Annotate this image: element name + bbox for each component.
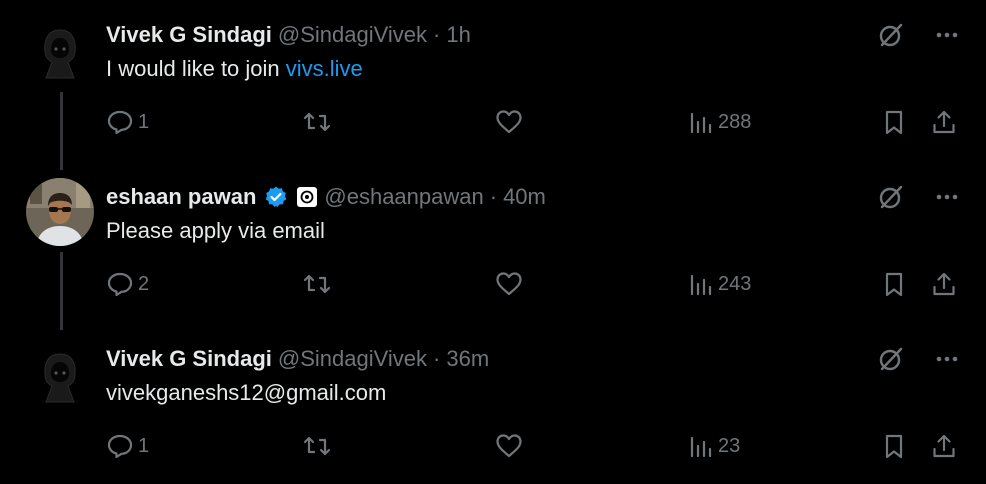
avatar[interactable] — [26, 178, 94, 246]
retweet-button[interactable] — [302, 270, 336, 298]
like-button[interactable] — [494, 108, 528, 136]
tweet-text-part: vivekganeshs12@gmail.com — [106, 380, 387, 405]
more-icon[interactable] — [932, 182, 962, 212]
display-name[interactable]: eshaan pawan — [106, 184, 256, 210]
tweet-text: Please apply via email — [106, 218, 325, 244]
share-button[interactable] — [930, 270, 958, 298]
share-button[interactable] — [930, 108, 958, 136]
reply-icon — [106, 432, 134, 460]
share-button[interactable] — [930, 432, 958, 460]
grok-icon[interactable] — [876, 20, 906, 50]
like-icon — [494, 108, 524, 136]
views-count: 243 — [718, 272, 752, 295]
verified-badge-icon[interactable] — [264, 185, 288, 209]
views-count: 23 — [718, 434, 741, 457]
like-icon — [494, 270, 524, 298]
retweet-icon — [302, 432, 332, 460]
views-icon — [688, 108, 714, 136]
tweet-text: vivekganeshs12@gmail.com — [106, 380, 386, 406]
tweet-header: Vivek G Sindagi @SindagiVivek · 36m — [106, 344, 489, 374]
timestamp[interactable]: 1h — [446, 22, 470, 48]
reply-button[interactable]: 1 — [106, 108, 149, 136]
bookmark-button[interactable] — [880, 108, 908, 136]
username[interactable]: @SindagiVivek — [278, 22, 427, 48]
separator-dot: · — [433, 22, 441, 47]
views-icon — [688, 270, 714, 298]
views-count: 288 — [718, 110, 752, 133]
username[interactable]: @eshaanpawan — [324, 184, 483, 210]
username[interactable]: @SindagiVivek — [278, 346, 427, 372]
reply-icon — [106, 108, 134, 136]
reply-count: 1 — [138, 110, 150, 133]
timestamp[interactable]: 36m — [446, 346, 489, 372]
retweet-button[interactable] — [302, 432, 336, 460]
views-button[interactable]: 243 — [688, 270, 751, 298]
tweet-actions-bar: 1 288 — [106, 108, 966, 138]
retweet-icon — [302, 270, 332, 298]
separator-dot: · — [489, 184, 498, 209]
display-name[interactable]: Vivek G Sindagi — [106, 22, 272, 48]
more-icon[interactable] — [932, 344, 962, 374]
tweet[interactable]: Vivek G Sindagi @SindagiVivek · 1h I wou… — [0, 0, 986, 160]
tweet-text-part: Please apply via email — [106, 218, 325, 243]
share-icon — [930, 270, 958, 298]
tweet[interactable]: Vivek G Sindagi @SindagiVivek · 36m vive… — [0, 324, 986, 484]
views-button[interactable]: 288 — [688, 108, 751, 136]
reply-button[interactable]: 1 — [106, 432, 149, 460]
avatar[interactable] — [26, 16, 94, 84]
bookmark-icon — [880, 108, 908, 136]
tweet-text: I would like to join vivs.live — [106, 56, 363, 82]
retweet-icon — [302, 108, 332, 136]
avatar[interactable] — [26, 340, 94, 408]
tweet-actions-bar: 2 243 — [106, 270, 966, 300]
like-button[interactable] — [494, 432, 528, 460]
reply-icon — [106, 270, 134, 298]
like-icon — [494, 432, 524, 460]
separator-dot: · — [433, 346, 441, 371]
bookmark-button[interactable] — [880, 270, 908, 298]
reply-button[interactable]: 2 — [106, 270, 149, 298]
tweet-link[interactable]: vivs.live — [286, 56, 363, 81]
conversation-thread: Vivek G Sindagi @SindagiVivek · 1h I wou… — [0, 0, 986, 479]
timestamp[interactable]: 40m — [503, 184, 546, 210]
more-icon[interactable] — [932, 20, 962, 50]
tweet-actions-bar: 1 23 — [106, 432, 966, 462]
affiliate-badge-icon[interactable] — [296, 186, 318, 208]
grok-icon[interactable] — [876, 182, 906, 212]
retweet-button[interactable] — [302, 108, 336, 136]
grok-icon[interactable] — [876, 344, 906, 374]
tweet-header: Vivek G Sindagi @SindagiVivek · 1h — [106, 20, 471, 50]
tweet[interactable]: eshaan pawan @eshaanpawan · 40m Please a… — [0, 162, 986, 322]
views-icon — [688, 432, 714, 460]
share-icon — [930, 432, 958, 460]
tweet-top-actions — [876, 182, 962, 212]
bookmark-icon — [880, 270, 908, 298]
tweet-text-part: I would like to join — [106, 56, 286, 81]
reply-count: 2 — [138, 272, 150, 295]
bookmark-icon — [880, 432, 908, 460]
display-name[interactable]: Vivek G Sindagi — [106, 346, 272, 372]
tweet-header: eshaan pawan @eshaanpawan · 40m — [106, 182, 546, 212]
tweet-top-actions — [876, 344, 962, 374]
reply-count: 1 — [138, 434, 150, 457]
views-button[interactable]: 23 — [688, 432, 740, 460]
share-icon — [930, 108, 958, 136]
bookmark-button[interactable] — [880, 432, 908, 460]
like-button[interactable] — [494, 270, 528, 298]
tweet-top-actions — [876, 20, 962, 50]
